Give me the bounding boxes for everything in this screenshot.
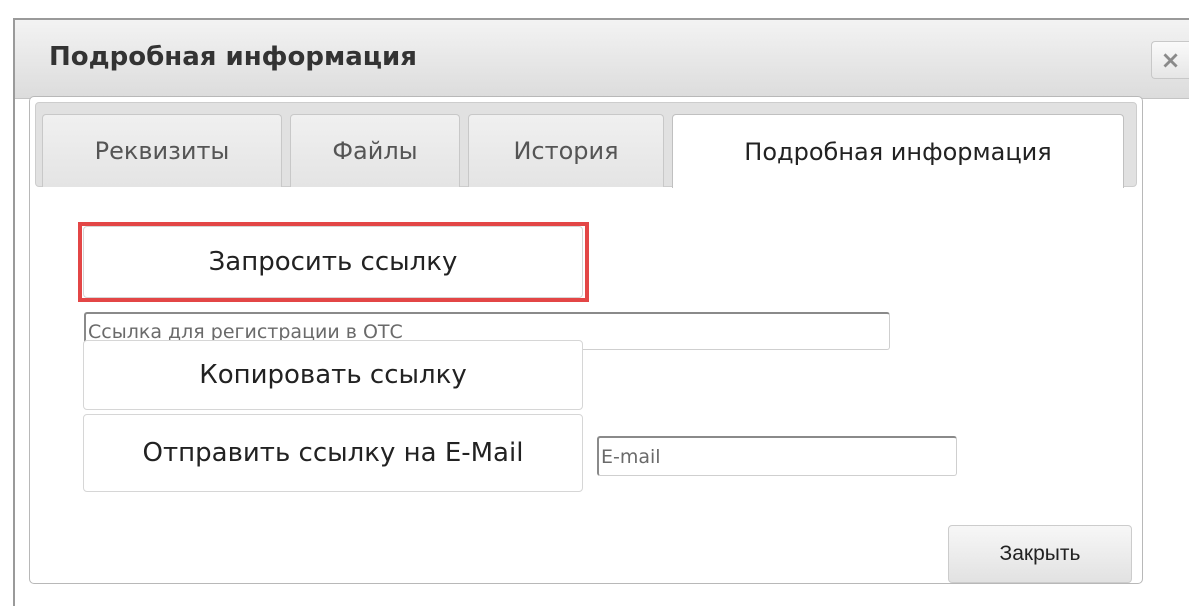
- tab-history[interactable]: История: [468, 114, 664, 187]
- copy-link-button[interactable]: Копировать ссылку: [83, 340, 583, 410]
- close-button[interactable]: Закрыть: [948, 525, 1132, 583]
- dialog-title: Подробная информация: [49, 42, 417, 72]
- tab-bar: Реквизиты Файлы История Подробная информ…: [35, 102, 1137, 188]
- tab-requisites[interactable]: Реквизиты: [42, 114, 282, 187]
- send-link-email-button[interactable]: Отправить ссылку на E-Mail: [83, 414, 583, 492]
- close-icon[interactable]: ×: [1151, 41, 1189, 79]
- dialog-titlebar: Подробная информация ×: [15, 20, 1189, 99]
- request-link-button[interactable]: Запросить ссылку: [83, 226, 583, 298]
- tab-files[interactable]: Файлы: [290, 114, 460, 187]
- tab-details[interactable]: Подробная информация: [672, 114, 1124, 188]
- email-field[interactable]: [597, 436, 957, 476]
